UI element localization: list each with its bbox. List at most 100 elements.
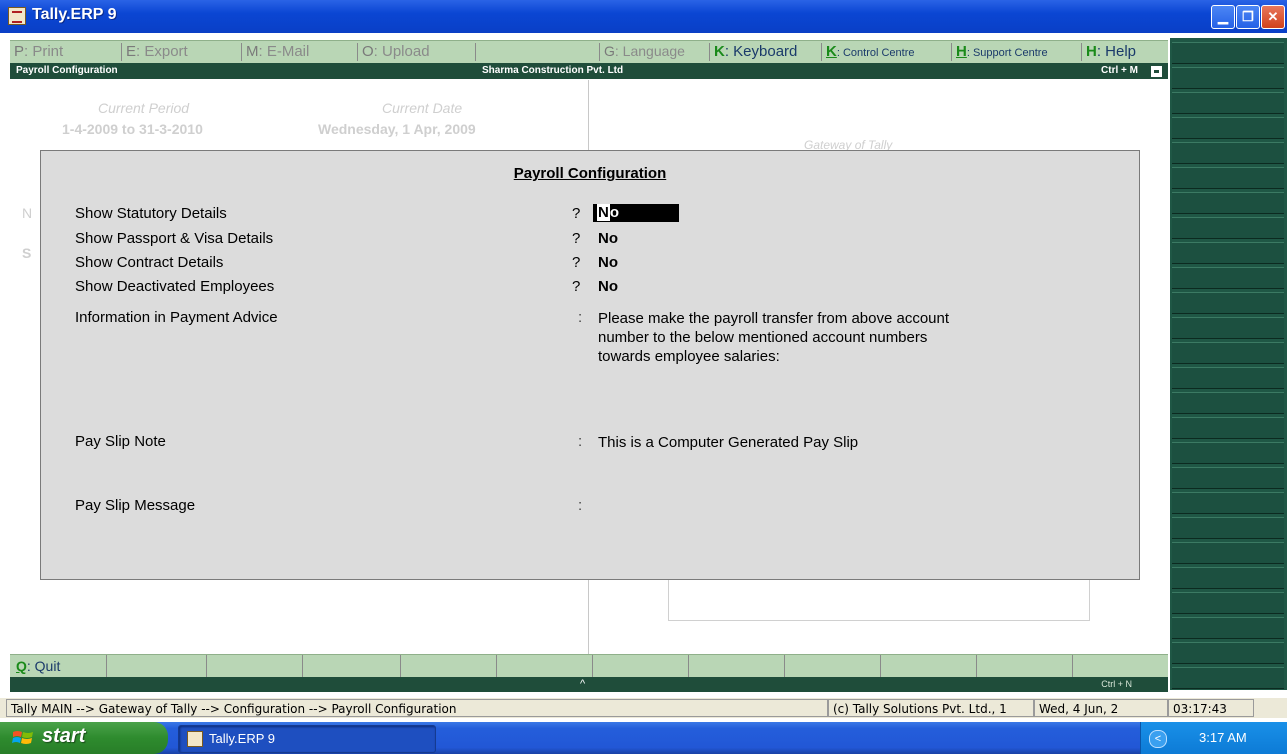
button-panel [1170, 38, 1287, 690]
background-letter-s: S [22, 245, 32, 261]
side-panel-button[interactable] [1172, 42, 1284, 64]
menu-export[interactable]: E: Export [122, 43, 242, 61]
current-date-value: Wednesday, 1 Apr, 2009 [318, 121, 476, 137]
statutory-field[interactable]: No [593, 204, 679, 222]
bottom-bar-separator [400, 655, 401, 677]
menu-language[interactable]: G: Language [600, 43, 710, 61]
side-panel-button[interactable] [1172, 417, 1284, 439]
side-panel-button[interactable] [1172, 492, 1284, 514]
taskbar-item-label: Tally.ERP 9 [209, 731, 275, 746]
side-panel-button[interactable] [1172, 617, 1284, 639]
statutory-value: o [609, 204, 620, 221]
bottom-bar-separator [106, 655, 107, 677]
side-panel-button[interactable] [1172, 592, 1284, 614]
side-panel-button[interactable] [1172, 67, 1284, 89]
window-title-bar[interactable]: Tally.ERP 9 ▁ ❐ ✕ [0, 0, 1287, 33]
pay-slip-message-field[interactable] [598, 497, 1098, 517]
payment-advice-field[interactable]: Please make the payroll transfer from ab… [598, 309, 1098, 366]
screen-header-bar: Payroll Configuration Sharma Constructio… [10, 63, 1168, 79]
tally-task-icon [187, 731, 203, 747]
passport-prompt: ? [572, 230, 581, 247]
side-panel-button[interactable] [1172, 267, 1284, 289]
side-panel-button[interactable] [1172, 342, 1284, 364]
footer-shortcut: Ctrl + N [1101, 679, 1132, 689]
side-panel-button[interactable] [1172, 367, 1284, 389]
current-period-label: Current Period [98, 100, 190, 116]
side-panel-button[interactable] [1172, 117, 1284, 139]
menu-control-centre-key: K [826, 43, 837, 60]
side-panel-button[interactable] [1172, 292, 1284, 314]
minimize-screen-icon[interactable] [1151, 66, 1162, 77]
bottom-bar-separator [496, 655, 497, 677]
menu-keyboard-key: K [714, 43, 725, 60]
bottom-bar-separator [302, 655, 303, 677]
menu-support-centre-key: H [956, 43, 967, 60]
current-period-value: 1-4-2009 to 31-3-2010 [62, 121, 203, 137]
windows-logo-icon [12, 731, 33, 744]
menu-print-label: : Print [24, 43, 64, 60]
pay-slip-message-label: Pay Slip Message [75, 497, 196, 514]
side-panel-button[interactable] [1172, 142, 1284, 164]
menu-upload[interactable]: O: Upload [358, 43, 476, 61]
side-panel-button[interactable] [1172, 542, 1284, 564]
side-panel-button[interactable] [1172, 217, 1284, 239]
pay-slip-note-field[interactable]: This is a Computer Generated Pay Slip [598, 433, 1098, 452]
bottom-bar-separator [206, 655, 207, 677]
tray-expand-icon[interactable]: < [1149, 730, 1167, 748]
pay-slip-note-label: Pay Slip Note [75, 433, 166, 450]
menu-language-label: : Language [614, 43, 685, 59]
passport-field[interactable]: No [598, 230, 618, 247]
menu-email[interactable]: M: E-Mail [242, 43, 358, 61]
side-panel-button[interactable] [1172, 392, 1284, 414]
menu-print[interactable]: P: Print [10, 43, 122, 61]
text-cursor: N [597, 204, 610, 221]
menu-support-centre-label: : Support Centre [966, 47, 1048, 59]
bottom-bar-separator [1072, 655, 1073, 677]
background-letter-n: N [22, 205, 33, 221]
bottom-bar-separator [688, 655, 689, 677]
copyright-text: (c) Tally Solutions Pvt. Ltd., 1 [828, 699, 1034, 717]
menu-keyboard[interactable]: K: Keyboard [710, 43, 822, 61]
statutory-label: Show Statutory Details [75, 205, 227, 222]
side-panel-button[interactable] [1172, 242, 1284, 264]
side-panel-button[interactable] [1172, 92, 1284, 114]
side-panel-button[interactable] [1172, 467, 1284, 489]
dialog-title-text: Payroll Configuration [513, 165, 667, 182]
minimize-button[interactable]: ▁ [1211, 5, 1235, 29]
menu-control-centre[interactable]: K: Control Centre [822, 43, 952, 61]
menu-upload-label: : Upload [373, 43, 430, 60]
pay-slip-message-colon: : [578, 497, 583, 514]
taskbar-clock[interactable]: 3:17 AM [1199, 730, 1247, 745]
menu-blank [476, 43, 600, 61]
side-panel-button[interactable] [1172, 517, 1284, 539]
side-panel-button[interactable] [1172, 642, 1284, 664]
side-panel-button[interactable] [1172, 317, 1284, 339]
tally-app-icon [8, 7, 26, 25]
status-line: Tally MAIN --> Gateway of Tally --> Conf… [0, 698, 1287, 718]
restore-button[interactable]: ❐ [1236, 5, 1260, 29]
contract-field[interactable]: No [598, 254, 618, 271]
menu-help[interactable]: H: Help [1082, 43, 1168, 61]
deactivated-prompt: ? [572, 278, 581, 295]
side-panel-button[interactable] [1172, 567, 1284, 589]
side-panel-button[interactable] [1172, 167, 1284, 189]
close-button[interactable]: ✕ [1261, 5, 1285, 29]
side-panel-button[interactable] [1172, 667, 1284, 689]
system-tray: < 3:17 AM [1140, 722, 1287, 754]
bottom-bar-separator [592, 655, 593, 677]
taskbar-tally-item[interactable]: Tally.ERP 9 [178, 725, 436, 753]
menu-support-centre[interactable]: H: Support Centre [952, 43, 1082, 61]
window-title: Tally.ERP 9 [32, 6, 117, 23]
passport-label: Show Passport & Visa Details [75, 230, 274, 247]
pay-slip-note-colon: : [578, 433, 583, 450]
side-panel-button[interactable] [1172, 442, 1284, 464]
deactivated-field[interactable]: No [598, 278, 618, 295]
header-shortcut: Ctrl + M [1101, 65, 1138, 76]
quit-label: : Quit [26, 658, 61, 674]
start-button[interactable]: start [0, 722, 168, 754]
quit-button[interactable]: Q: Quit [16, 658, 60, 674]
scroll-up-icon[interactable]: ^ [580, 678, 585, 690]
current-date-label: Current Date [382, 100, 463, 116]
side-panel-button[interactable] [1172, 192, 1284, 214]
payment-advice-colon: : [578, 309, 583, 326]
